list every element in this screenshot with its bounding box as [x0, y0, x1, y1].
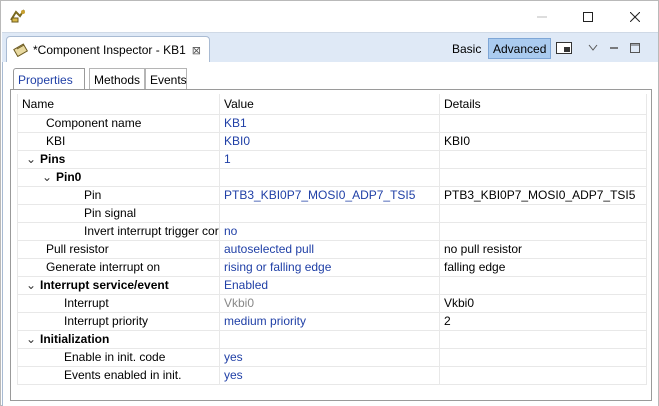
- table-header: Name Value Details: [17, 94, 647, 115]
- component-inspector-window: *Component Inspector - KB1 ⊠ Basic Advan…: [0, 0, 659, 406]
- property-value[interactable]: yes: [219, 365, 440, 385]
- property-details: [439, 275, 647, 295]
- app-icon: [10, 9, 25, 23]
- property-name: Initialization: [40, 332, 110, 346]
- table-row[interactable]: Enable in init. code yes: [17, 347, 647, 367]
- property-value[interactable]: [219, 203, 440, 223]
- table-row[interactable]: ⌄ Interrupt service/event Enabled: [17, 275, 647, 295]
- property-details: [439, 329, 647, 349]
- property-value[interactable]: PTB3_KBI0P7_MOSI0_ADP7_TSI5: [219, 185, 440, 205]
- property-details: falling edge: [439, 257, 647, 277]
- table-row[interactable]: Generate interrupt on rising or falling …: [17, 257, 647, 277]
- table-row[interactable]: Interrupt Vkbi0 Vkbi0: [17, 293, 647, 313]
- title-bar: [1, 1, 658, 32]
- view-toggle-icon[interactable]: [554, 38, 574, 58]
- close-window-button[interactable]: [612, 1, 658, 32]
- close-icon[interactable]: ⊠: [192, 44, 201, 57]
- property-value: Vkbi0: [219, 293, 440, 313]
- property-value[interactable]: KBI0: [219, 131, 440, 151]
- chevron-down-icon[interactable]: ⌄: [26, 152, 40, 166]
- table-row[interactable]: Invert interrupt trigger cor no: [17, 221, 647, 241]
- view-tab-bar: *Component Inspector - KB1 ⊠ Basic Advan…: [2, 32, 658, 63]
- property-name: Pull resistor: [17, 239, 220, 259]
- property-details: no pull resistor: [439, 239, 647, 259]
- property-name: Events enabled in init.: [17, 365, 220, 385]
- table-row[interactable]: ⌄ Initialization: [17, 329, 647, 349]
- property-details: [439, 221, 647, 241]
- table-row[interactable]: Component name KB1: [17, 113, 647, 133]
- property-name: Component name: [17, 113, 220, 133]
- property-value[interactable]: KB1: [219, 113, 440, 133]
- property-details: Vkbi0: [439, 293, 647, 313]
- table-row[interactable]: ⌄ Pin0: [17, 167, 647, 187]
- table-row[interactable]: Pull resistor autoselected pull no pull …: [17, 239, 647, 259]
- property-details: 2: [439, 311, 647, 331]
- view-tab-component-inspector[interactable]: *Component Inspector - KB1 ⊠: [6, 36, 210, 63]
- advanced-mode-button[interactable]: Advanced: [488, 38, 552, 59]
- tab-events[interactable]: Events: [145, 68, 187, 90]
- property-value[interactable]: autoselected pull: [219, 239, 440, 259]
- property-value[interactable]: [219, 167, 440, 187]
- chevron-down-icon[interactable]: ⌄: [26, 278, 40, 292]
- property-value[interactable]: [219, 329, 440, 349]
- table-row[interactable]: Pin PTB3_KBI0P7_MOSI0_ADP7_TSI5 PTB3_KBI…: [17, 185, 647, 205]
- column-header-details[interactable]: Details: [439, 94, 647, 115]
- minimize-view-icon[interactable]: [607, 38, 621, 58]
- table-row[interactable]: Pin signal: [17, 203, 647, 223]
- properties-table: Name Value Details Component name KB1 KB…: [17, 94, 647, 385]
- property-details: [439, 167, 647, 187]
- property-details: [439, 113, 647, 133]
- property-details: [439, 203, 647, 223]
- minimize-button[interactable]: [519, 1, 565, 32]
- property-value[interactable]: rising or falling edge: [219, 257, 440, 277]
- property-name: Generate interrupt on: [17, 257, 220, 277]
- property-name: Interrupt service/event: [40, 278, 169, 292]
- group-cell: ⌄ Interrupt service/event: [17, 275, 220, 295]
- property-name: Interrupt: [17, 293, 220, 313]
- column-header-name[interactable]: Name: [17, 94, 220, 115]
- property-name: KBI: [17, 131, 220, 151]
- property-name: Pin signal: [17, 203, 220, 223]
- view-tab-title: *Component Inspector - KB1: [33, 43, 186, 57]
- property-name: Invert interrupt trigger cor: [17, 221, 220, 241]
- table-row[interactable]: KBI KBI0 KBI0: [17, 131, 647, 151]
- inspector-content: Properties Methods Events Name Value Det…: [2, 62, 658, 406]
- property-name: Pins: [40, 152, 66, 166]
- property-name: Interrupt priority: [17, 311, 220, 331]
- property-value[interactable]: Enabled: [219, 275, 440, 295]
- group-cell: ⌄ Pin0: [17, 167, 220, 187]
- property-details: [439, 365, 647, 385]
- group-cell: ⌄ Initialization: [17, 329, 220, 349]
- property-details: KBI0: [439, 131, 647, 151]
- property-value[interactable]: yes: [219, 347, 440, 367]
- property-details: PTB3_KBI0P7_MOSI0_ADP7_TSI5: [439, 185, 647, 205]
- view-menu-icon[interactable]: [586, 38, 600, 58]
- property-name: Enable in init. code: [17, 347, 220, 367]
- maximize-button[interactable]: [565, 1, 611, 32]
- property-details: [439, 149, 647, 169]
- property-name: Pin0: [56, 170, 82, 184]
- property-value[interactable]: medium priority: [219, 311, 440, 331]
- table-row[interactable]: Interrupt priority medium priority 2: [17, 311, 647, 331]
- properties-panel: Name Value Details Component name KB1 KB…: [10, 89, 652, 401]
- table-row[interactable]: Events enabled in init. yes: [17, 365, 647, 385]
- tab-methods[interactable]: Methods: [89, 68, 145, 90]
- maximize-view-icon[interactable]: [628, 38, 642, 58]
- chevron-down-icon[interactable]: ⌄: [26, 332, 40, 346]
- component-inspector-icon: [13, 43, 29, 57]
- property-details: [439, 347, 647, 367]
- basic-mode-button[interactable]: Basic: [448, 38, 485, 59]
- property-value[interactable]: no: [219, 221, 440, 241]
- tab-properties[interactable]: Properties: [13, 68, 85, 90]
- property-name: Pin: [17, 185, 220, 205]
- table-row[interactable]: ⌄ Pins 1: [17, 149, 647, 169]
- property-value[interactable]: 1: [219, 149, 440, 169]
- chevron-down-icon[interactable]: ⌄: [42, 170, 56, 184]
- group-cell: ⌄ Pins: [17, 149, 220, 169]
- column-header-value[interactable]: Value: [219, 94, 440, 115]
